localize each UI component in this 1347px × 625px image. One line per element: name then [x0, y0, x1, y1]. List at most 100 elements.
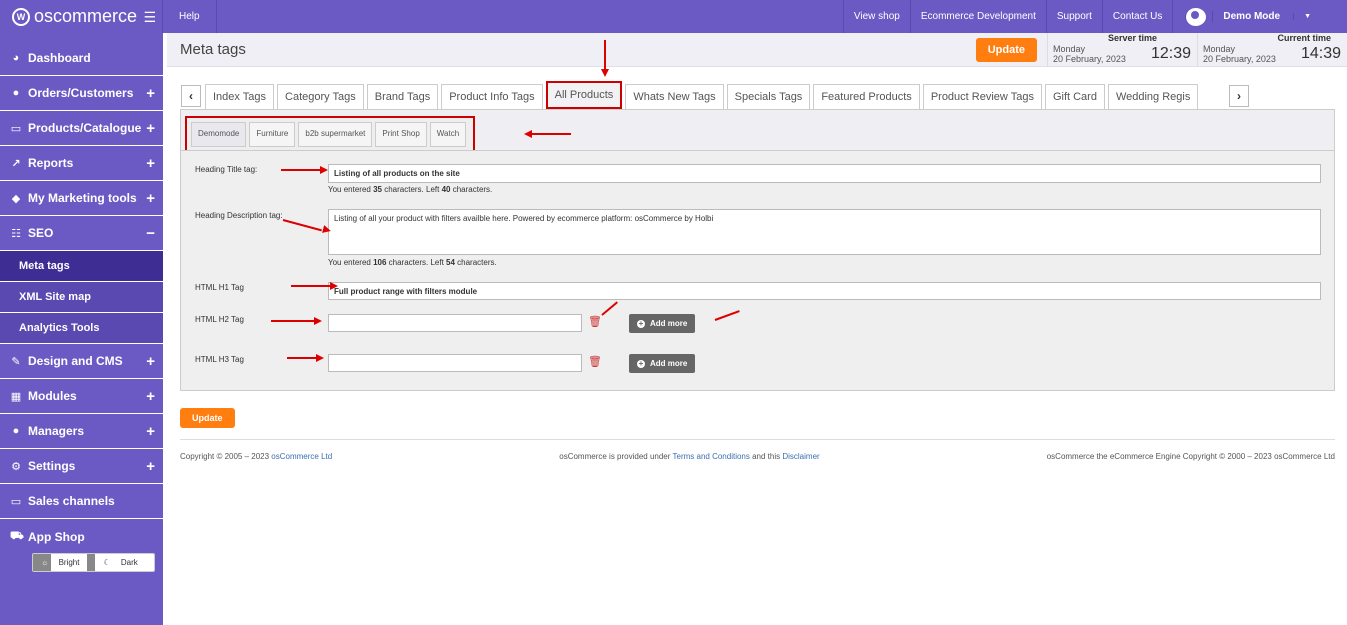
avatar	[1185, 7, 1207, 26]
server-day: Monday	[1053, 43, 1086, 54]
ecommerce-development-link[interactable]: Ecommerce Development	[909, 0, 1046, 33]
top-links: View shop Ecommerce Development Support …	[842, 0, 1347, 33]
heading-title-input[interactable]: Listing of all products on the site	[328, 164, 1321, 183]
platform-tabs: Demomode Furniture b2b supermarket Print…	[185, 116, 476, 153]
server-clock: 12:39	[1150, 44, 1191, 62]
expand-icon[interactable]: +	[146, 85, 155, 102]
user-menu[interactable]: Demo Mode ▼	[1172, 0, 1347, 33]
logo-text: oscommerce	[34, 6, 138, 26]
sidebar-item-reports[interactable]: ↗ Reports +	[0, 146, 163, 181]
h2-input[interactable]	[328, 314, 582, 332]
current-time-label: Current time	[1277, 32, 1331, 43]
footer-copyright-text: Copyright © 2005 – 2023	[180, 452, 272, 461]
dashboard-icon: ◕	[12, 52, 20, 64]
sidebar-subitem-analytics-tools[interactable]: Analytics Tools	[0, 313, 163, 344]
theme-bright-button[interactable]: ☼ Bright	[33, 554, 96, 571]
tab-specials-tags[interactable]: Specials Tags	[726, 84, 811, 109]
annotation-arrow	[291, 285, 331, 287]
tab-brand-tags[interactable]: Brand Tags	[366, 84, 439, 109]
expand-icon[interactable]: +	[146, 190, 155, 207]
expand-icon[interactable]: +	[146, 458, 155, 475]
expand-icon[interactable]: +	[146, 388, 155, 405]
tab-category-tags[interactable]: Category Tags	[277, 84, 364, 109]
h2-delete-trash-icon[interactable]: 🗑	[588, 315, 602, 328]
top-bar: W oscommerce ☰ Help View shop Ecommerce …	[0, 0, 1347, 33]
sidebar-item-app-shop[interactable]: ⛟ App Shop	[0, 519, 163, 554]
sidebar-item-sales-channels[interactable]: ▭ Sales channels	[0, 484, 163, 519]
tab-product-review-tags[interactable]: Product Review Tags	[922, 84, 1042, 109]
annotation-arrow-head	[601, 69, 609, 77]
annotation-arrow-head	[314, 317, 322, 325]
subtab-print-shop[interactable]: Print Shop	[375, 122, 427, 147]
tab-featured-products[interactable]: Featured Products	[813, 84, 920, 109]
sidebar-item-modules[interactable]: ▦ Modules +	[0, 379, 163, 414]
tabs-scroll-left-button[interactable]: ‹	[181, 85, 201, 107]
sidebar-item-design-cms[interactable]: ✎ Design and CMS +	[0, 344, 163, 379]
theme-toggle: ☼ Bright ☾ Dark	[32, 553, 155, 572]
collapse-icon[interactable]: −	[146, 225, 155, 242]
tab-gift-card[interactable]: Gift Card	[1044, 84, 1105, 109]
h2-label: HTML H2 Tag	[195, 315, 244, 324]
header-update-button[interactable]: Update	[975, 37, 1037, 62]
sidebar-item-label: Sales channels	[28, 494, 115, 508]
sidebar-subitem-xml-site-map[interactable]: XML Site map	[0, 282, 163, 313]
subtab-furniture[interactable]: Furniture	[249, 122, 296, 147]
heading-description-textarea[interactable]: Listing of all your product with filters…	[328, 209, 1321, 255]
contact-us-link[interactable]: Contact Us	[1101, 0, 1172, 33]
tab-whats-new-tags[interactable]: Whats New Tags	[625, 84, 724, 109]
expand-icon[interactable]: +	[146, 423, 155, 440]
subtab-demomode[interactable]: Demomode	[191, 122, 247, 147]
help-link[interactable]: Help	[163, 0, 217, 33]
expand-icon[interactable]: +	[146, 120, 155, 137]
expand-icon[interactable]: +	[146, 155, 155, 172]
seo-icon: ☷	[11, 227, 21, 240]
disclaimer-link[interactable]: Disclaimer	[782, 452, 819, 461]
logo[interactable]: W oscommerce ☰	[0, 0, 163, 33]
h1-input[interactable]: Full product range with filters module	[328, 282, 1321, 300]
theme-bright-label: Bright	[50, 554, 88, 571]
meta-form: Heading Title tag: Listing of all produc…	[181, 150, 1334, 390]
counter-text: You entered	[328, 258, 374, 267]
sidebar-item-label: Modules	[28, 389, 77, 403]
tag-tabs: Index Tags Category Tags Brand Tags Prod…	[205, 81, 1224, 109]
current-time: Current time Monday 20 February, 2023 14:…	[1197, 32, 1347, 67]
annotation-arrow	[287, 357, 317, 359]
tab-product-info-tags[interactable]: Product Info Tags	[441, 84, 543, 109]
theme-dark-button[interactable]: ☾ Dark	[95, 554, 154, 571]
hamburger-menu-icon[interactable]: ☰	[143, 9, 156, 26]
sidebar-subitem-meta-tags[interactable]: Meta tags	[0, 251, 163, 282]
support-link[interactable]: Support	[1045, 0, 1102, 33]
h2-add-more-button[interactable]: Add more	[629, 314, 696, 333]
oscommerce-ltd-link[interactable]: osCommerce Ltd	[271, 452, 332, 461]
sidebar-item-orders-customers[interactable]: ● Orders/Customers +	[0, 76, 163, 111]
tabs-scroll-right-button[interactable]: ›	[1229, 85, 1249, 107]
annotation-arrow-head	[524, 130, 532, 138]
terms-link[interactable]: Terms and Conditions	[673, 452, 750, 461]
sidebar-item-products-catalogue[interactable]: ▭ Products/Catalogue +	[0, 111, 163, 146]
view-shop-link[interactable]: View shop	[842, 0, 910, 33]
sidebar-item-dashboard[interactable]: ◕ Dashboard	[0, 41, 163, 76]
sidebar-item-settings[interactable]: ⚙ Settings +	[0, 449, 163, 484]
folder-icon: ▭	[10, 122, 22, 135]
annotation-arrow	[531, 133, 571, 135]
main-content: Meta tags Update Server time Monday 20 Fe…	[167, 32, 1347, 625]
sidebar-item-managers[interactable]: ● Managers +	[0, 414, 163, 449]
subtab-watch[interactable]: Watch	[429, 122, 467, 147]
monitor-icon: ▭	[10, 495, 22, 508]
server-time-label: Server time	[1107, 32, 1157, 43]
expand-icon[interactable]: +	[146, 353, 155, 370]
tab-all-products[interactable]: All Products	[545, 81, 623, 109]
h3-input[interactable]	[328, 354, 582, 372]
subtab-b2b-supermarket[interactable]: b2b supermarket	[298, 122, 373, 147]
sidebar-item-marketing[interactable]: ◆ My Marketing tools +	[0, 181, 163, 216]
h3-delete-trash-icon[interactable]: 🗑	[588, 355, 602, 368]
sidebar-item-seo[interactable]: ☷ SEO −	[0, 216, 163, 251]
h3-add-more-button[interactable]: Add more	[629, 354, 696, 373]
annotation-arrow	[281, 169, 321, 171]
counter-entered: 35	[373, 185, 382, 194]
tab-index-tags[interactable]: Index Tags	[205, 84, 275, 109]
tab-wedding-registry[interactable]: Wedding Regis	[1107, 84, 1199, 109]
server-date: 20 February, 2023	[1053, 53, 1126, 64]
update-button[interactable]: Update	[180, 408, 235, 428]
counter-text: You entered	[328, 185, 374, 194]
